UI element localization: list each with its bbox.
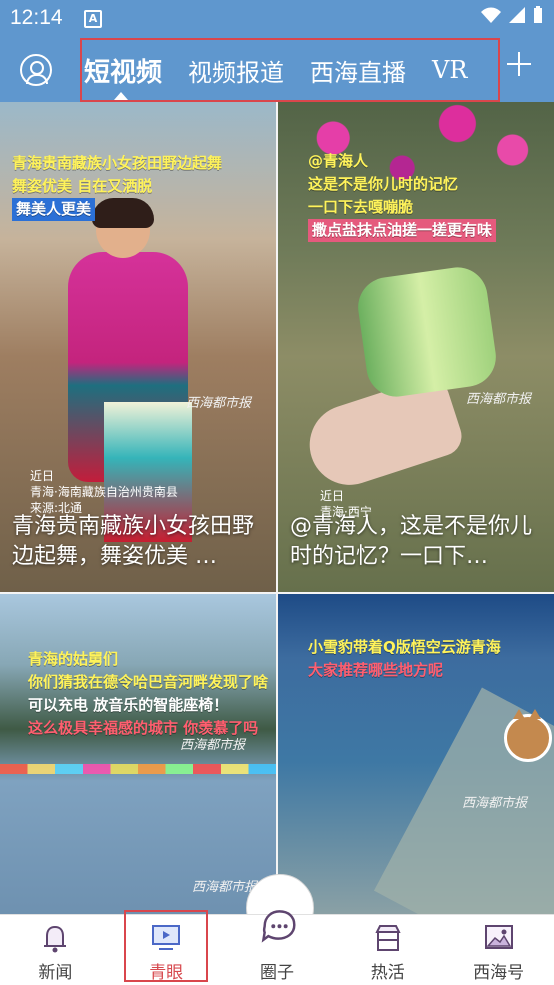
active-tab-indicator: [114, 92, 128, 100]
user-profile-icon[interactable]: [20, 54, 52, 86]
tab-xihai-live[interactable]: 西海直播: [310, 53, 406, 88]
nav-item-news[interactable]: 新闻: [0, 915, 111, 985]
top-navigation-bar: 短视频 视频报道 西海直播 VR: [0, 36, 554, 102]
card-caption: 小雪豹带着Q版悟空云游青海 大家推荐哪些地方呢: [308, 636, 501, 682]
card-caption: 青海的姑舅们 你们猜我在德令哈巴音河畔发现了啥 可以充电 放音乐的智能座椅！ 这…: [28, 648, 268, 740]
caption-line: 小雪豹带着Q版悟空云游青海: [308, 638, 501, 656]
nav-label: 新闻: [38, 963, 73, 983]
caption-line: 青海的姑舅们: [28, 650, 119, 668]
landscape-icon: [484, 925, 513, 949]
nav-label: 热活: [370, 963, 405, 983]
notification-a-icon: A: [84, 10, 102, 28]
video-thumbnail-lights: [0, 764, 276, 774]
bell-icon: [44, 925, 67, 953]
video-feed: 青海贵南藏族小女孩田野边起舞 舞姿优美 自在又洒脱 舞美人更美 西海都市报 近日…: [0, 102, 554, 916]
video-thumbnail-cucumber: [354, 263, 500, 401]
card-meta: 近日 青海·海南藏族自治州贵南县 来源:北通: [30, 468, 178, 516]
watermark-text: 西海都市报: [462, 796, 528, 811]
nav-label: 圈子: [259, 963, 294, 983]
status-bar: 12:14 A: [0, 0, 554, 36]
bottom-navigation: 新闻 青眼 圈子 热活 西海号: [0, 910, 554, 985]
nav-item-xihai[interactable]: 西海号: [443, 915, 554, 985]
watermark-text: 西海都市报: [466, 392, 532, 407]
channel-tabs: 短视频 视频报道 西海直播 VR: [80, 38, 500, 102]
card-caption: @青海人 这是不是你儿时的记忆 一口下去嘎嘣脆 撒点盐抹点油搓一搓更有味: [308, 150, 497, 242]
caption-line: 青海贵南藏族小女孩田野边起舞: [12, 154, 223, 172]
nav-item-circle[interactable]: 圈子: [222, 910, 333, 985]
watermark-text: 西海都市报: [180, 738, 246, 753]
tab-video-report[interactable]: 视频报道: [188, 53, 284, 88]
video-thumbnail-character: [504, 709, 552, 762]
card-caption: 青海贵南藏族小女孩田野边起舞 舞姿优美 自在又洒脱 舞美人更美: [12, 152, 222, 221]
add-channel-icon[interactable]: [507, 52, 531, 76]
video-card-cucumber[interactable]: @青海人 这是不是你儿时的记忆 一口下去嘎嘣脆 撒点盐抹点油搓一搓更有味 西海都…: [278, 102, 554, 592]
status-icons: [480, 6, 544, 24]
tab-vr[interactable]: VR: [432, 56, 467, 84]
meta-line: 近日: [30, 469, 55, 483]
watermark-text: 西海都市报: [192, 880, 258, 895]
video-card-smart-bench[interactable]: 青海的姑舅们 你们猜我在德令哈巴音河畔发现了啥 可以充电 放音乐的智能座椅！ 这…: [0, 594, 276, 916]
caption-line: 大家推荐哪些地方呢: [308, 661, 444, 679]
meta-line: 近日: [320, 489, 345, 503]
video-card-snow-leopard[interactable]: 小雪豹带着Q版悟空云游青海 大家推荐哪些地方呢 西海都市报: [278, 594, 554, 916]
caption-line: @青海人: [308, 152, 369, 170]
wifi-icon: [481, 7, 501, 23]
chat-bubble-icon: [261, 910, 296, 943]
meta-line: 青海·海南藏族自治州贵南县: [30, 485, 178, 499]
nav-label: 西海号: [473, 963, 525, 983]
battery-icon: [534, 6, 542, 23]
caption-line: 你们猜我在德令哈巴音河畔发现了啥: [28, 673, 269, 691]
signal-icon: [509, 7, 525, 23]
video-title: 青海贵南藏族小女孩田野边起舞，舞姿优美 …: [12, 514, 255, 569]
tab-short-video[interactable]: 短视频: [84, 52, 162, 89]
nav-item-hot[interactable]: 热活: [332, 915, 443, 985]
watermark-text: 西海都市报: [186, 396, 252, 411]
store-icon: [375, 925, 401, 951]
caption-line: 可以充电 放音乐的智能座椅！: [28, 696, 229, 714]
caption-line: 这是不是你儿时的记忆: [308, 175, 459, 193]
active-nav-highlight: [124, 910, 208, 982]
caption-line: 撒点盐抹点油搓一搓更有味: [308, 219, 497, 242]
caption-line: 一口下去嘎嘣脆: [308, 198, 414, 216]
status-time: 12:14: [10, 6, 63, 29]
caption-line: 舞美人更美: [12, 198, 96, 221]
video-title: @青海人，这是不是你儿时的记忆？一口下…: [290, 514, 533, 569]
video-card-dancing-girl[interactable]: 青海贵南藏族小女孩田野边起舞 舞姿优美 自在又洒脱 舞美人更美 西海都市报 近日…: [0, 102, 276, 592]
caption-line: 舞姿优美 自在又洒脱: [12, 177, 153, 195]
